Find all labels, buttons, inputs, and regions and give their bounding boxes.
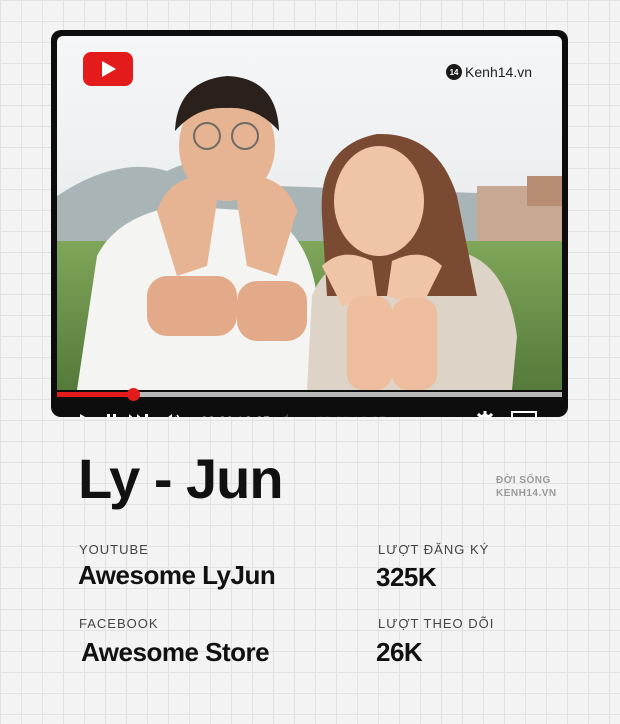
time-display: 00:00 / 8:25 — [201, 408, 270, 417]
facebook-label: FACEBOOK — [79, 616, 159, 631]
subscribers-count: 325K — [376, 562, 437, 592]
subscribers-label: LƯỢT ĐĂNG KÝ — [378, 542, 490, 557]
profile-title: Ly - Jun — [78, 447, 284, 510]
time-display-faded: 00:00 / 8:25 — [317, 408, 386, 417]
video-frame-image — [57, 36, 562, 390]
volume-icon-faded — [279, 408, 299, 417]
video-thumbnail[interactable]: 14 Kenh14.vn — [57, 36, 562, 390]
followers-label: LƯỢT THEO DÕI — [378, 616, 495, 631]
watermark-text: Kenh14.vn — [465, 64, 532, 80]
volume-icon[interactable] — [163, 408, 183, 417]
section-tag-category: ĐỜI SỐNG — [496, 475, 551, 486]
progress-played — [57, 392, 133, 397]
youtube-account-name: Awesome LyJun — [78, 560, 276, 590]
facebook-account-name: Awesome Store — [81, 637, 270, 667]
section-tag-site: KENH14.VN — [496, 488, 557, 499]
settings-gear-icon[interactable] — [475, 408, 495, 417]
play-icon[interactable] — [79, 408, 93, 417]
youtube-label: YOUTUBE — [79, 542, 149, 557]
youtube-logo-icon — [83, 52, 133, 86]
progress-bar[interactable] — [57, 388, 562, 401]
kenh14-watermark: 14 Kenh14.vn — [446, 64, 532, 80]
player-controls: 00:00 / 8:25 00:00 / 8:25 — [51, 400, 568, 417]
video-player[interactable]: 14 Kenh14.vn 00:00 / 8:25 00:00 / 8:25 — [51, 30, 568, 417]
skip-next-icon[interactable] — [129, 408, 149, 417]
kenh14-badge-icon: 14 — [446, 64, 463, 80]
followers-count: 26K — [376, 637, 423, 667]
section-tag: ĐỜI SỐNG KENH14.VN — [496, 474, 557, 500]
pause-icon[interactable] — [107, 408, 117, 417]
fullscreen-icon[interactable] — [511, 408, 537, 417]
